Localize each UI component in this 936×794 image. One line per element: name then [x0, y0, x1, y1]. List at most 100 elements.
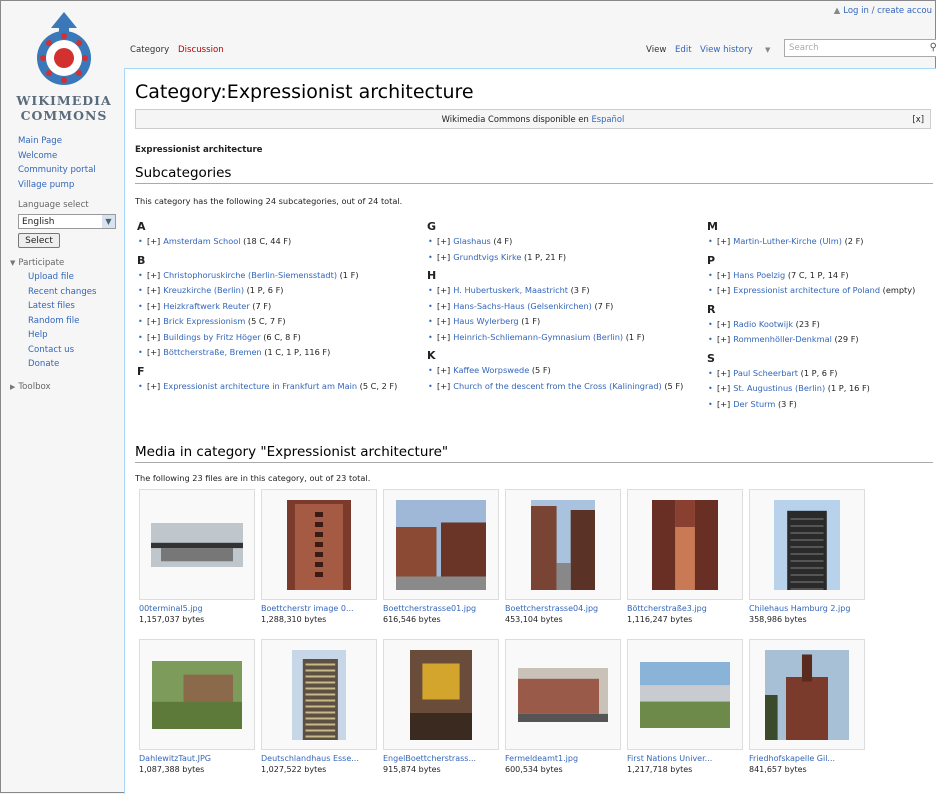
- file-name-link[interactable]: Böttcherstraße3.jpg: [627, 604, 745, 613]
- thumbnail-frame[interactable]: [383, 489, 499, 600]
- expand-toggle[interactable]: [+]: [437, 252, 450, 262]
- expand-toggle[interactable]: [+]: [437, 236, 450, 246]
- subcategory-link[interactable]: Amsterdam School: [163, 236, 240, 246]
- sidebar-item-welcome[interactable]: Welcome: [0, 149, 124, 164]
- file-name-link[interactable]: Boettcherstrasse04.jpg: [505, 604, 623, 613]
- expand-toggle[interactable]: [+]: [717, 368, 730, 378]
- thumbnail-image[interactable]: [410, 649, 472, 740]
- subcategory-link[interactable]: Radio Kootwijk: [733, 319, 793, 329]
- thumbnail-image[interactable]: [151, 522, 243, 567]
- thumbnail-image[interactable]: [652, 499, 718, 590]
- expand-toggle[interactable]: [+]: [717, 399, 730, 409]
- tab-view[interactable]: View: [646, 45, 666, 55]
- sidebar-item-village-pump[interactable]: Village pump: [0, 178, 124, 193]
- file-name-link[interactable]: Friedhofskapelle Gil...: [749, 754, 867, 763]
- file-name-link[interactable]: Deutschlandhaus Esse...: [261, 754, 379, 763]
- gallery-item[interactable]: Boettcherstr image 0... 1,288,310 bytes: [261, 489, 379, 624]
- gallery-item[interactable]: Boettcherstrasse04.jpg 453,104 bytes: [505, 489, 623, 624]
- file-name-link[interactable]: Boettcherstr image 0...: [261, 604, 379, 613]
- gallery-item[interactable]: Deutschlandhaus Esse... 1,027,522 bytes: [261, 639, 379, 774]
- file-name-link[interactable]: First Nations Univer...: [627, 754, 745, 763]
- sidebar-item-random-file[interactable]: Random file: [0, 314, 124, 329]
- more-menu-chevron-icon[interactable]: ▼: [765, 46, 770, 54]
- gallery-item[interactable]: First Nations Univer... 1,217,718 bytes: [627, 639, 745, 774]
- thumbnail-frame[interactable]: [139, 489, 255, 600]
- sidebar-item-donate[interactable]: Donate: [0, 357, 124, 372]
- thumbnail-frame[interactable]: [139, 639, 255, 750]
- subcategory-link[interactable]: Böttcherstraße, Bremen: [163, 347, 261, 357]
- file-name-link[interactable]: 00terminal5.jpg: [139, 604, 257, 613]
- notice-language-link[interactable]: Español: [591, 114, 624, 124]
- subcategory-link[interactable]: Der Sturm: [733, 399, 775, 409]
- subcategory-link[interactable]: Paul Scheerbart: [733, 368, 798, 378]
- chevron-down-icon[interactable]: ▼: [102, 215, 115, 228]
- file-name-link[interactable]: Fermeldeamt1.jpg: [505, 754, 623, 763]
- thumbnail-frame[interactable]: [505, 639, 621, 750]
- expand-toggle[interactable]: [+]: [717, 319, 730, 329]
- subcategory-link[interactable]: Christophoruskirche (Berlin-Siemensstadt…: [163, 270, 337, 280]
- thumbnail-image[interactable]: [640, 661, 730, 728]
- expand-toggle[interactable]: [+]: [147, 332, 160, 342]
- thumbnail-frame[interactable]: [749, 489, 865, 600]
- tab-discussion[interactable]: Discussion: [178, 45, 224, 55]
- expand-toggle[interactable]: [+]: [437, 316, 450, 326]
- thumbnail-frame[interactable]: [261, 489, 377, 600]
- expand-toggle[interactable]: [+]: [147, 270, 160, 280]
- thumbnail-image[interactable]: [396, 499, 486, 590]
- site-logo[interactable]: WIKIMEDIA COMMONS: [14, 6, 114, 124]
- sidebar-item-main-page[interactable]: Main Page: [0, 134, 124, 149]
- subcategory-link[interactable]: Heinrich-Schliemann-Gymnasium (Berlin): [453, 332, 623, 342]
- subcategory-link[interactable]: Church of the descent from the Cross (Ka…: [453, 381, 662, 391]
- sidebar-item-help[interactable]: Help: [0, 328, 124, 343]
- login-link[interactable]: Log in / create accou: [843, 6, 932, 16]
- expand-toggle[interactable]: [+]: [147, 347, 160, 357]
- expand-toggle[interactable]: [+]: [717, 236, 730, 246]
- gallery-item[interactable]: 00terminal5.jpg 1,157,037 bytes: [139, 489, 257, 624]
- subcategory-link[interactable]: Grundtvigs Kirke: [453, 252, 521, 262]
- gallery-item[interactable]: Fermeldeamt1.jpg 600,534 bytes: [505, 639, 623, 774]
- thumbnail-frame[interactable]: [627, 489, 743, 600]
- subcategory-link[interactable]: H. Hubertuskerk, Maastricht: [453, 285, 568, 295]
- expand-toggle[interactable]: [+]: [437, 365, 450, 375]
- thumbnail-frame[interactable]: [749, 639, 865, 750]
- subcategory-link[interactable]: Rommenhöller-Denkmal: [733, 334, 832, 344]
- tab-edit[interactable]: Edit: [675, 45, 692, 55]
- language-select-button[interactable]: Select: [18, 233, 60, 248]
- expand-toggle[interactable]: [+]: [717, 285, 730, 295]
- subcategory-link[interactable]: Hans Poelzig: [733, 270, 785, 280]
- thumbnail-image[interactable]: [765, 649, 849, 740]
- expand-toggle[interactable]: [+]: [437, 285, 450, 295]
- expand-toggle[interactable]: [+]: [147, 236, 160, 246]
- search-input[interactable]: Search ⚲: [784, 39, 936, 57]
- thumbnail-frame[interactable]: [383, 639, 499, 750]
- subcategory-link[interactable]: Hans-Sachs-Haus (Gelsenkirchen): [453, 301, 592, 311]
- thumbnail-image[interactable]: [292, 649, 346, 740]
- file-name-link[interactable]: Chilehaus Hamburg 2.jpg: [749, 604, 867, 613]
- file-name-link[interactable]: DahlewitzTaut.JPG: [139, 754, 257, 763]
- participate-heading[interactable]: ▼ Participate: [0, 256, 124, 270]
- gallery-item[interactable]: Böttcherstraße3.jpg 1,116,247 bytes: [627, 489, 745, 624]
- gallery-item[interactable]: Boettcherstrasse01.jpg 616,546 bytes: [383, 489, 501, 624]
- expand-toggle[interactable]: [+]: [717, 270, 730, 280]
- subcategory-link[interactable]: Kreuzkirche (Berlin): [163, 285, 244, 295]
- toolbox-heading[interactable]: ▶ Toolbox: [0, 380, 124, 394]
- subcategory-link[interactable]: St. Augustinus (Berlin): [733, 383, 825, 393]
- expand-toggle[interactable]: [+]: [437, 332, 450, 342]
- gallery-item[interactable]: EngelBoettcherstrass... 915,874 bytes: [383, 639, 501, 774]
- thumbnail-frame[interactable]: [505, 489, 621, 600]
- sidebar-item-recent-changes[interactable]: Recent changes: [0, 285, 124, 300]
- gallery-item[interactable]: Chilehaus Hamburg 2.jpg 358,986 bytes: [749, 489, 867, 624]
- thumbnail-frame[interactable]: [261, 639, 377, 750]
- subcategory-link[interactable]: Martin-Luther-Kirche (Ulm): [733, 236, 842, 246]
- sidebar-item-contact-us[interactable]: Contact us: [0, 343, 124, 358]
- expand-toggle[interactable]: [+]: [147, 316, 160, 326]
- gallery-item[interactable]: Friedhofskapelle Gil... 841,657 bytes: [749, 639, 867, 774]
- expand-toggle[interactable]: [+]: [717, 383, 730, 393]
- sidebar-item-latest-files[interactable]: Latest files: [0, 299, 124, 314]
- sidebar-item-upload-file[interactable]: Upload file: [0, 270, 124, 285]
- notice-close-button[interactable]: [x]: [913, 110, 925, 129]
- subcategory-link[interactable]: Brick Expressionism: [163, 316, 245, 326]
- expand-toggle[interactable]: [+]: [147, 301, 160, 311]
- thumbnail-image[interactable]: [518, 667, 608, 722]
- tab-view-history[interactable]: View history: [700, 45, 753, 55]
